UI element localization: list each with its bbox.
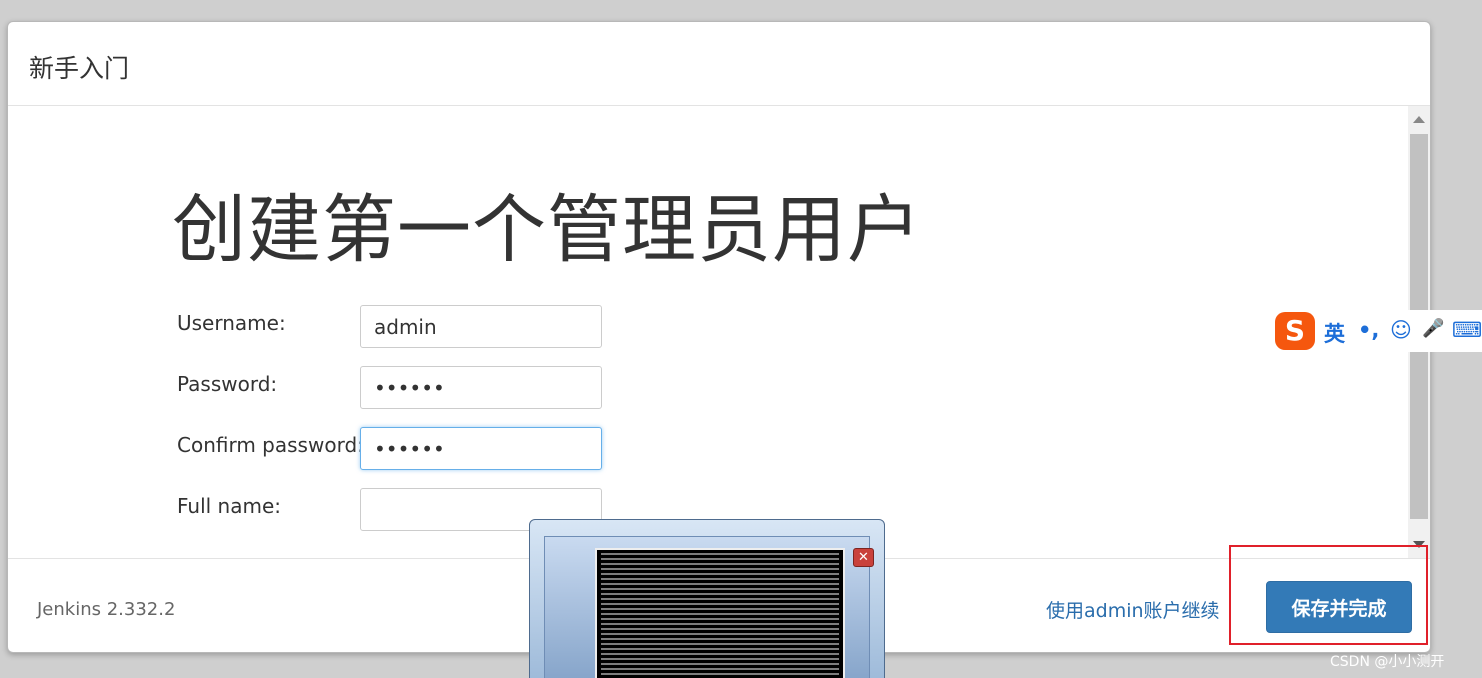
preview-frame: ✕ (544, 536, 874, 678)
emoji-icon[interactable]: ☺ (1390, 318, 1412, 342)
preview-close-icon[interactable]: ✕ (853, 548, 874, 567)
scroll-up-arrow-icon[interactable] (1413, 116, 1425, 123)
continue-as-admin-link[interactable]: 使用admin账户继续 (1046, 596, 1220, 623)
ime-language-toggle[interactable]: 英 (1324, 318, 1345, 348)
console-thumbnail[interactable] (595, 548, 845, 678)
username-input[interactable] (360, 305, 602, 348)
punctuation-icon[interactable]: •, (1358, 318, 1379, 342)
dialog-header: 新手入门 (8, 22, 1430, 106)
confirm-password-input[interactable] (360, 427, 602, 470)
csdn-watermark: CSDN @小小测开 (1330, 654, 1445, 670)
page-title: 创建第一个管理员用户 (172, 187, 922, 273)
highlight-annotation-box (1229, 545, 1428, 645)
keyboard-icon[interactable]: ⌨ (1452, 318, 1482, 342)
password-input[interactable] (360, 366, 602, 409)
ime-toolbar: S 英 •, ☺ 🎤 ⌨ (1272, 310, 1482, 352)
jenkins-version: Jenkins 2.332.2 (37, 599, 176, 620)
username-label: Username: (177, 311, 286, 335)
dialog-title: 新手入门 (29, 54, 130, 83)
password-label: Password: (177, 372, 278, 396)
microphone-icon[interactable]: 🎤 (1422, 318, 1444, 339)
sogou-logo-icon[interactable]: S (1275, 312, 1315, 350)
full-name-label: Full name: (177, 494, 282, 518)
taskbar-preview-popup: ✕ (529, 519, 885, 678)
dialog-content: 创建第一个管理员用户 Username: Password: Confirm p… (8, 106, 1410, 558)
confirm-password-label: Confirm password: (177, 433, 364, 457)
